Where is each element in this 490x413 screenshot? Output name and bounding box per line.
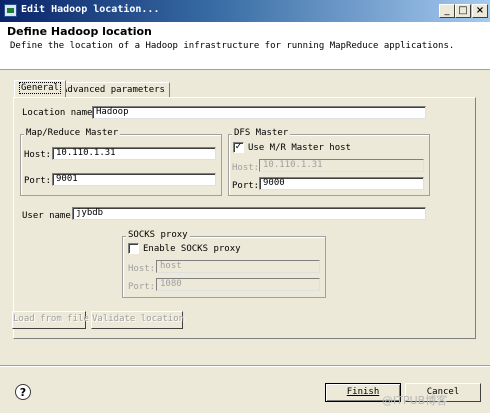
socks-port-label: Port: [128, 282, 156, 292]
mr-master-group-title: Map/Reduce Master [24, 128, 121, 138]
watermark: @ITPUB博客 [382, 394, 448, 407]
enable-socks-checkbox[interactable] [128, 243, 139, 254]
title-bar[interactable]: Edit Hadoop location... _ □ × [0, 0, 490, 22]
location-name-input[interactable]: Hadoop [92, 106, 426, 119]
help-icon[interactable]: ? [15, 384, 31, 400]
location-name-label: Location name: [22, 108, 98, 118]
socks-host-label: Host: [128, 264, 156, 274]
tab-advanced-parameters[interactable]: Advanced parameters [57, 82, 170, 98]
dfs-port-input[interactable]: 9000 [259, 177, 424, 190]
finish-button-label: Finish [346, 387, 380, 397]
socks-proxy-group-title: SOCKS proxy [126, 230, 190, 240]
dfs-host-input[interactable]: 10.110.1.31 [259, 159, 424, 172]
mr-host-label: Host: [24, 150, 52, 160]
use-mr-host-label: Use M/R Master host [248, 143, 351, 153]
socks-port-input[interactable]: 1080 [156, 278, 320, 291]
page-description: Define the location of a Hadoop infrastr… [10, 41, 455, 51]
user-name-input[interactable]: jybdb [72, 207, 426, 220]
app-icon [4, 4, 17, 17]
close-button[interactable]: × [472, 4, 488, 18]
socks-host-input[interactable]: host [156, 260, 320, 273]
mr-master-group [20, 134, 222, 196]
dfs-master-group-title: DFS Master [232, 128, 291, 138]
page-title: Define Hadoop location [7, 25, 152, 38]
tab-general[interactable]: General [14, 80, 66, 97]
checkmark-icon: ✓ [234, 142, 243, 152]
wizard-header: Define Hadoop location Define the locati… [0, 22, 490, 70]
tab-general-label: General [19, 82, 61, 94]
minimize-button[interactable]: _ [439, 4, 455, 18]
dfs-host-label: Host: [232, 163, 260, 173]
load-from-file-button[interactable]: Load from file [12, 311, 89, 329]
mr-port-label: Port: [24, 176, 52, 186]
mr-port-input[interactable]: 9001 [52, 173, 216, 186]
mr-host-input[interactable]: 10.110.1.31 [52, 147, 216, 160]
user-name-label: User name: [22, 211, 77, 221]
footer-separator [0, 365, 490, 367]
maximize-button[interactable]: □ [455, 4, 471, 18]
window-title: Edit Hadoop location... [21, 4, 160, 15]
use-mr-host-checkbox[interactable]: ✓ [233, 142, 244, 153]
validate-location-button[interactable]: Validate location [91, 311, 184, 329]
enable-socks-label: Enable SOCKS proxy [143, 244, 241, 254]
dfs-port-label: Port: [232, 181, 260, 191]
